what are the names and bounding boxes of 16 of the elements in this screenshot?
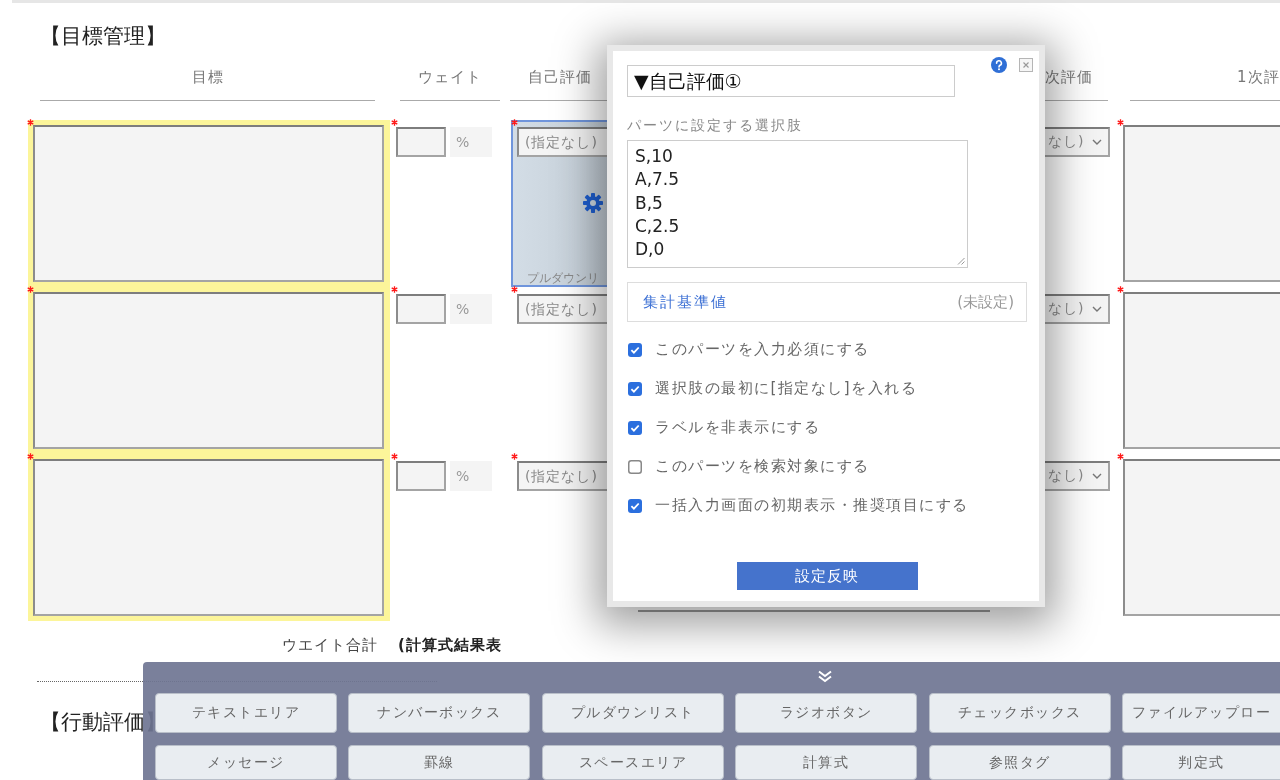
column-header: 目標 [40,49,375,101]
total-label: ウエイト合計 [282,636,378,654]
column-header: 1次評 [1130,49,1280,101]
unit-label: % [450,294,492,324]
checkbox-label: ラベルを非表示にする [655,418,820,437]
total-value: (計算式結果表 [398,636,502,654]
checkbox-label: 選択肢の最初に[指定なし]を入れる [655,379,918,398]
status-label: (未設定) [957,292,1014,312]
part-type-label: プルダウンリ [527,272,599,285]
column-header: ウェイト [400,49,500,101]
checkbox-label: 一括入力画面の初期表示・推奨項目にする [655,496,969,515]
section-heading: 【目標管理】 [40,23,166,49]
checkbox-label: このパーツを入力必須にする [655,340,870,359]
checkbox-label: このパーツを検索対象にする [655,457,870,476]
unit-label: % [450,127,492,157]
unit-label: % [450,461,492,491]
